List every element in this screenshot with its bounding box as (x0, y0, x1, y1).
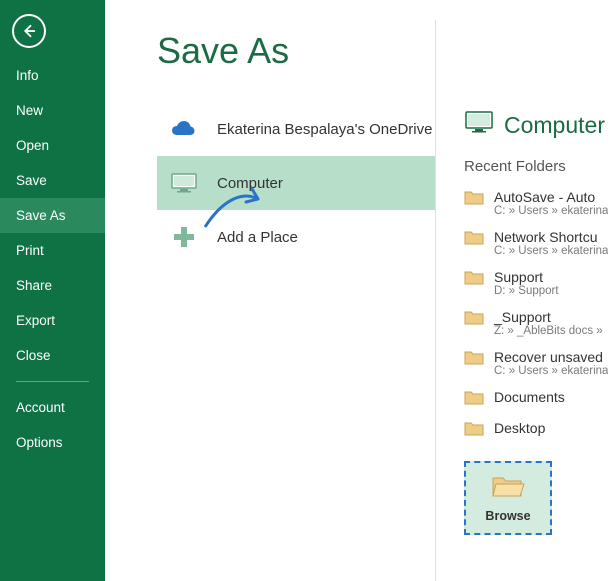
nav-save-as[interactable]: Save As (0, 198, 105, 233)
folder-text: Recover unsavedC: » Users » ekaterina (494, 349, 608, 377)
recent-folder-item[interactable]: Documents (464, 385, 611, 416)
folder-name: Recover unsaved (494, 349, 608, 365)
nav-account[interactable]: Account (0, 390, 105, 425)
nav-open[interactable]: Open (0, 128, 105, 163)
nav-share[interactable]: Share (0, 268, 105, 303)
recent-folder-item[interactable]: AutoSave - AutoC: » Users » ekaterina (464, 185, 611, 225)
folder-icon (464, 310, 484, 328)
recent-folders-list: AutoSave - AutoC: » Users » ekaterinaNet… (464, 185, 611, 447)
folder-text: Documents (494, 389, 565, 405)
folder-path: C: » Users » ekaterina (494, 205, 608, 217)
arrow-left-icon (20, 22, 38, 40)
back-button[interactable] (12, 14, 46, 48)
folder-icon (464, 390, 484, 408)
folder-name: Support (494, 269, 559, 285)
folder-text: SupportD: » Support (494, 269, 559, 297)
nav-new[interactable]: New (0, 93, 105, 128)
folder-icon (464, 230, 484, 248)
location-label: Add a Place (217, 229, 298, 246)
nav-info[interactable]: Info (0, 58, 105, 93)
nav-print[interactable]: Print (0, 233, 105, 268)
folder-icon (464, 350, 484, 368)
backstage-main: Save As Ekaterina Bespalaya's OneDrive C… (105, 0, 611, 581)
right-heading: Computer (464, 110, 611, 140)
location-onedrive[interactable]: Ekaterina Bespalaya's OneDrive (157, 102, 435, 156)
folder-icon (464, 190, 484, 208)
folder-text: AutoSave - AutoC: » Users » ekaterina (494, 189, 608, 217)
recent-folders-label: Recent Folders (464, 158, 611, 175)
folder-path: C: » Users » ekaterina (494, 365, 608, 377)
recent-folder-item[interactable]: _SupportZ: » _AbleBits docs » (464, 305, 611, 345)
plus-icon (169, 222, 199, 252)
browse-button[interactable]: Browse (464, 461, 552, 535)
location-label: Ekaterina Bespalaya's OneDrive (217, 121, 432, 138)
folder-icon (464, 421, 484, 439)
folder-name: Network Shortcu (494, 229, 608, 245)
folder-icon (464, 270, 484, 288)
folder-name: _Support (494, 309, 603, 325)
folder-name: Desktop (494, 420, 545, 436)
right-heading-label: Computer (504, 112, 605, 139)
computer-icon (464, 110, 494, 140)
nav-save[interactable]: Save (0, 163, 105, 198)
nav-export[interactable]: Export (0, 303, 105, 338)
folder-path: C: » Users » ekaterina (494, 245, 608, 257)
save-locations-column: Save As Ekaterina Bespalaya's OneDrive C… (105, 0, 435, 581)
recent-folder-item[interactable]: Desktop (464, 416, 611, 447)
backstage-sidebar: Info New Open Save Save As Print Share E… (0, 0, 105, 581)
nav-divider (16, 381, 89, 382)
folder-open-icon (491, 474, 525, 503)
nav-close[interactable]: Close (0, 338, 105, 373)
location-computer[interactable]: Computer (157, 156, 435, 210)
recent-folder-item[interactable]: SupportD: » Support (464, 265, 611, 305)
folder-text: _SupportZ: » _AbleBits docs » (494, 309, 603, 337)
cloud-icon (169, 114, 199, 144)
recent-folder-item[interactable]: Recover unsavedC: » Users » ekaterina (464, 345, 611, 385)
folder-path: D: » Support (494, 285, 559, 297)
recent-folders-column: Computer Recent Folders AutoSave - AutoC… (436, 0, 611, 581)
nav-options[interactable]: Options (0, 425, 105, 460)
browse-label: Browse (485, 509, 530, 523)
recent-folder-item[interactable]: Network ShortcuC: » Users » ekaterina (464, 225, 611, 265)
folder-text: Desktop (494, 420, 545, 436)
folder-path: Z: » _AbleBits docs » (494, 325, 603, 337)
computer-icon (169, 168, 199, 198)
folder-name: AutoSave - Auto (494, 189, 608, 205)
page-title: Save As (157, 30, 435, 72)
folder-name: Documents (494, 389, 565, 405)
location-label: Computer (217, 175, 283, 192)
location-add-place[interactable]: Add a Place (157, 210, 435, 264)
folder-text: Network ShortcuC: » Users » ekaterina (494, 229, 608, 257)
